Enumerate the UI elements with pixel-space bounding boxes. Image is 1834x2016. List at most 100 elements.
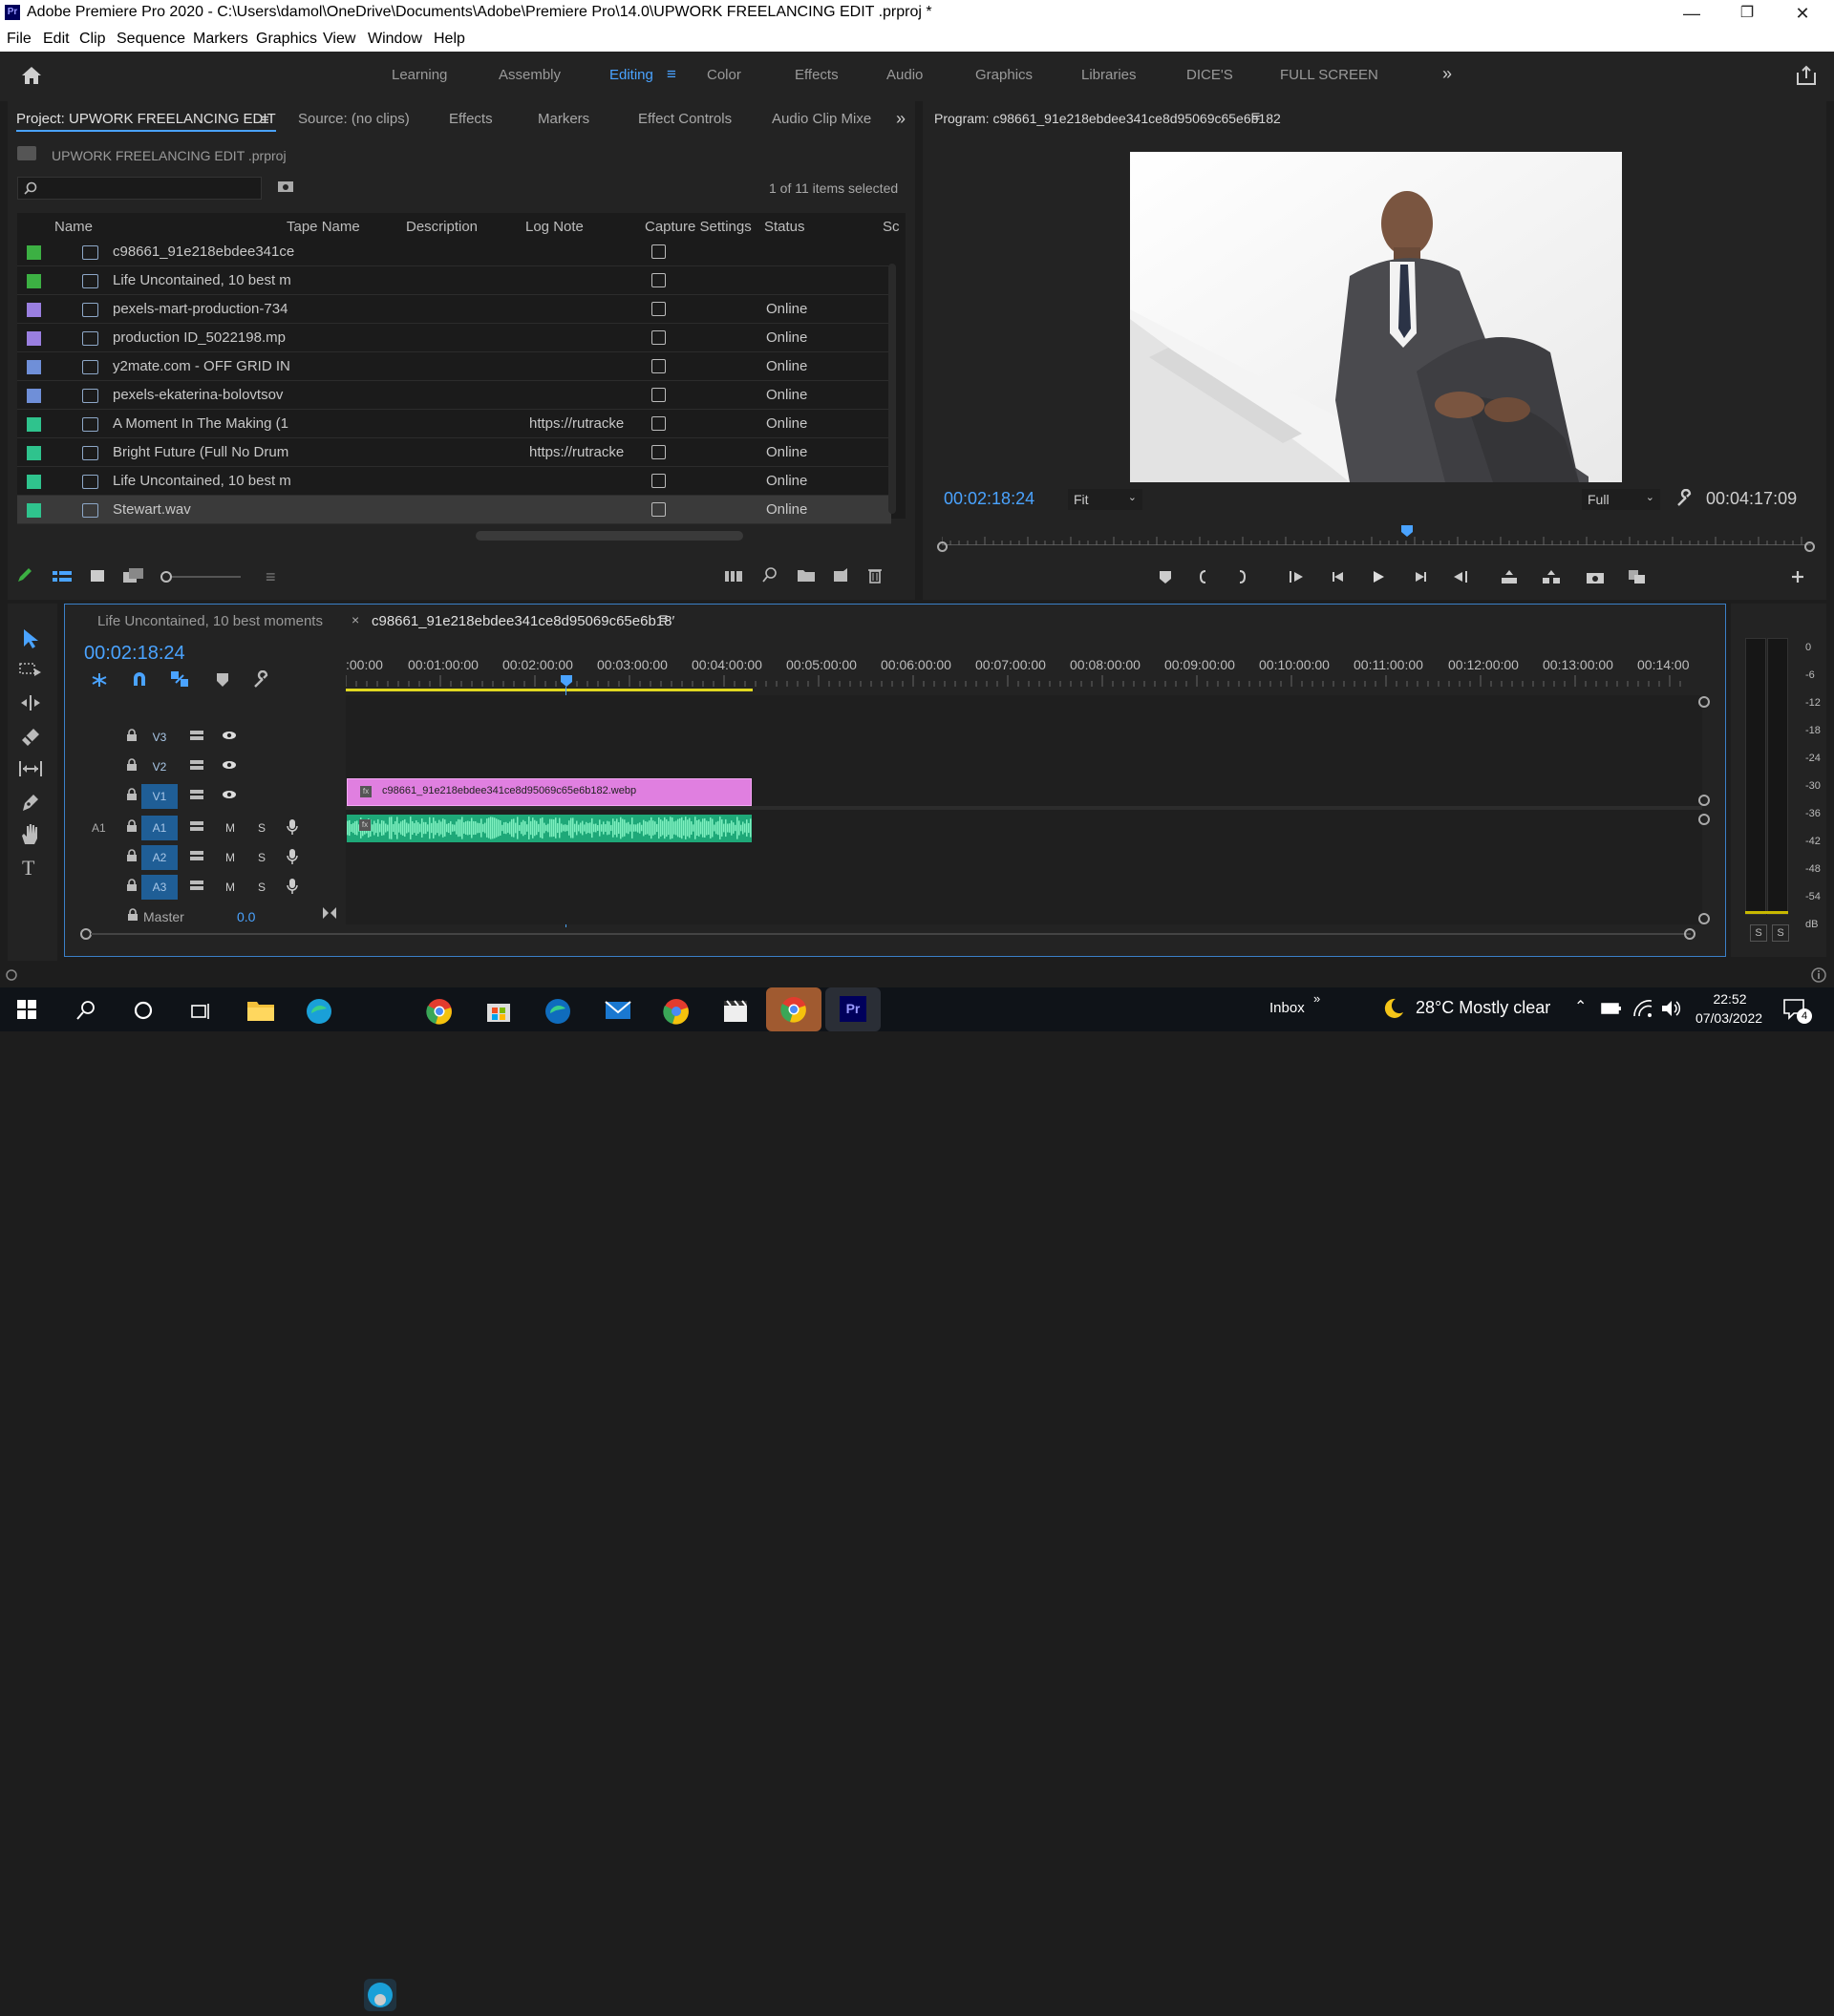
project-vertical-scrollbar[interactable] — [888, 264, 896, 514]
video-track-header[interactable]: V3 — [67, 723, 344, 752]
tab-source[interactable]: Source: (no clips) — [298, 111, 410, 127]
project-item-row[interactable]: y2mate.com - OFF GRID IN Online — [17, 352, 891, 381]
zoom-scroll-right-handle[interactable] — [1684, 928, 1695, 940]
find-icon[interactable] — [762, 567, 778, 583]
label-color-swatch[interactable] — [27, 245, 41, 260]
timeline-time-ruler[interactable]: :00:00 00:01:00:00 00:02:00:00 00:03:00:00 0… — [346, 657, 1702, 676]
toggle-output-eye-icon[interactable] — [222, 760, 237, 770]
video-frame[interactable] — [1130, 152, 1622, 482]
program-time-ruler[interactable] — [941, 534, 1811, 545]
zoom-scroll-bar[interactable] — [91, 933, 1691, 935]
workspace-full-screen[interactable]: FULL SCREEN — [1280, 67, 1378, 83]
pen-tool-icon[interactable] — [20, 792, 41, 813]
search-taskbar-icon[interactable] — [75, 1000, 96, 1021]
share-icon[interactable] — [1796, 65, 1817, 86]
task-view-icon[interactable] — [190, 1001, 211, 1020]
audio-track-header[interactable]: A1 A1 M S — [67, 814, 344, 842]
file-explorer-icon[interactable] — [246, 999, 275, 1022]
master-volume-value[interactable]: 0.0 — [237, 909, 255, 924]
inbox-expand-icon[interactable]: » — [1313, 991, 1320, 1006]
project-item-row[interactable]: A Moment In The Making (1 https://rutrack… — [17, 410, 891, 438]
capture-settings-checkbox[interactable] — [651, 445, 666, 459]
audio-scroll-bottom-handle[interactable] — [1698, 913, 1710, 924]
timeline-settings-wrench-icon[interactable] — [252, 670, 271, 690]
label-color-swatch[interactable] — [27, 417, 41, 432]
capture-settings-checkbox[interactable] — [651, 273, 666, 287]
settings-wrench-icon[interactable] — [1675, 489, 1695, 508]
zoom-slider-handle[interactable] — [160, 571, 172, 583]
project-item-row[interactable]: Bright Future (Full No Drum https://rutra… — [17, 438, 891, 467]
video-audio-divider[interactable] — [346, 806, 1702, 810]
menu-view[interactable]: View — [323, 31, 355, 48]
tab-effects[interactable]: Effects — [449, 111, 493, 127]
chrome-active-icon[interactable] — [766, 987, 821, 1031]
sequence-menu-icon[interactable]: ≡ — [659, 611, 668, 628]
new-search-bin-icon[interactable] — [277, 180, 294, 193]
program-playhead-timecode[interactable]: 00:02:18:24 — [944, 489, 1034, 509]
video-scroll-bottom-handle[interactable] — [1698, 795, 1710, 806]
workspace-audio[interactable]: Audio — [886, 67, 923, 83]
sort-icons-icon[interactable]: ≡ — [266, 567, 276, 587]
video-track-header[interactable]: V2 — [67, 753, 344, 781]
show-hidden-icons-icon[interactable]: ⌃ — [1574, 997, 1587, 1016]
solo-left-button[interactable]: S — [1750, 924, 1767, 942]
sync-lock-icon[interactable] — [189, 880, 204, 891]
solo-track-button[interactable]: S — [258, 881, 266, 894]
voice-over-record-icon[interactable] — [287, 878, 298, 895]
sync-lock-icon[interactable] — [189, 789, 204, 800]
menu-graphics[interactable]: Graphics — [256, 31, 317, 48]
solo-track-button[interactable]: S — [258, 821, 266, 835]
capture-settings-checkbox[interactable] — [651, 359, 666, 373]
weather-text[interactable]: 28°C Mostly clear — [1416, 998, 1550, 1018]
clock-time[interactable]: 22:52 — [1696, 991, 1763, 1007]
solo-right-button[interactable]: S — [1772, 924, 1789, 942]
freeform-view-icon[interactable] — [122, 567, 145, 584]
play-button[interactable] — [1370, 569, 1389, 584]
capture-settings-checkbox[interactable] — [651, 330, 666, 345]
tab-audio-clip-mixer[interactable]: Audio Clip Mixe — [772, 111, 871, 127]
track-lock-icon[interactable] — [126, 729, 138, 742]
home-icon[interactable] — [21, 66, 42, 85]
workspace-effects[interactable]: Effects — [795, 67, 839, 83]
microsoft-store-icon[interactable] — [486, 998, 511, 1023]
project-item-row[interactable]: pexels-ekaterina-bolovtsov Online — [17, 381, 891, 410]
tab-sequence-active[interactable]: c98661_91e218ebdee341ce8d95069c65e6b18′ — [372, 613, 674, 629]
sync-lock-icon[interactable] — [189, 759, 204, 771]
project-item-row[interactable]: pexels-mart-production-734 Online — [17, 295, 891, 324]
video-scroll-top-handle[interactable] — [1698, 696, 1710, 708]
column-name[interactable]: Name — [54, 219, 93, 235]
capture-settings-checkbox[interactable] — [651, 244, 666, 259]
track-target-toggle[interactable]: V1 — [141, 784, 178, 809]
column-description[interactable]: Description — [406, 219, 478, 235]
video-clip[interactable]: fx c98661_91e218ebdee341ce8d95069c65e6b1… — [347, 778, 752, 806]
audio-scroll-top-handle[interactable] — [1698, 814, 1710, 825]
sync-lock-icon[interactable] — [189, 730, 204, 741]
video-track-header[interactable]: V1 — [67, 782, 344, 811]
workspace-libraries[interactable]: Libraries — [1081, 67, 1137, 83]
list-view-icon[interactable] — [52, 569, 73, 584]
add-marker-icon[interactable] — [216, 672, 229, 688]
slip-tool-icon[interactable] — [18, 760, 43, 777]
more-panels-icon[interactable]: » — [896, 109, 906, 129]
minimize-icon[interactable]: — — [1664, 0, 1719, 27]
capture-settings-checkbox[interactable] — [651, 474, 666, 488]
clapper-app-icon[interactable] — [723, 998, 748, 1023]
project-item-row[interactable]: Stewart.wav Online — [17, 496, 891, 524]
step-forward-button[interactable] — [1412, 569, 1431, 584]
resolution-dropdown[interactable]: Full ⌄ — [1582, 489, 1660, 510]
go-to-out-button[interactable] — [1452, 569, 1471, 584]
new-bin-icon[interactable] — [797, 567, 816, 583]
new-item-icon[interactable] — [833, 567, 848, 583]
project-item-row[interactable]: Life Uncontained, 10 best m — [17, 266, 891, 295]
master-lock-icon[interactable] — [127, 908, 139, 922]
timeline-playhead-head[interactable] — [560, 674, 573, 688]
column-tape-name[interactable]: Tape Name — [287, 219, 360, 235]
chrome-profile-icon[interactable] — [663, 998, 690, 1025]
volume-icon[interactable] — [1660, 999, 1681, 1018]
windows-start-icon[interactable] — [17, 1000, 36, 1019]
zoom-slider-track[interactable] — [172, 576, 241, 578]
timeline-playhead-timecode[interactable]: 00:02:18:24 — [84, 643, 185, 665]
fit-dropdown[interactable]: Fit ⌄ — [1068, 489, 1142, 510]
project-item-row[interactable]: c98661_91e218ebdee341ce — [17, 238, 891, 266]
program-monitor-title[interactable]: Program: c98661_91e218ebdee341ce8d95069c… — [934, 111, 1281, 126]
